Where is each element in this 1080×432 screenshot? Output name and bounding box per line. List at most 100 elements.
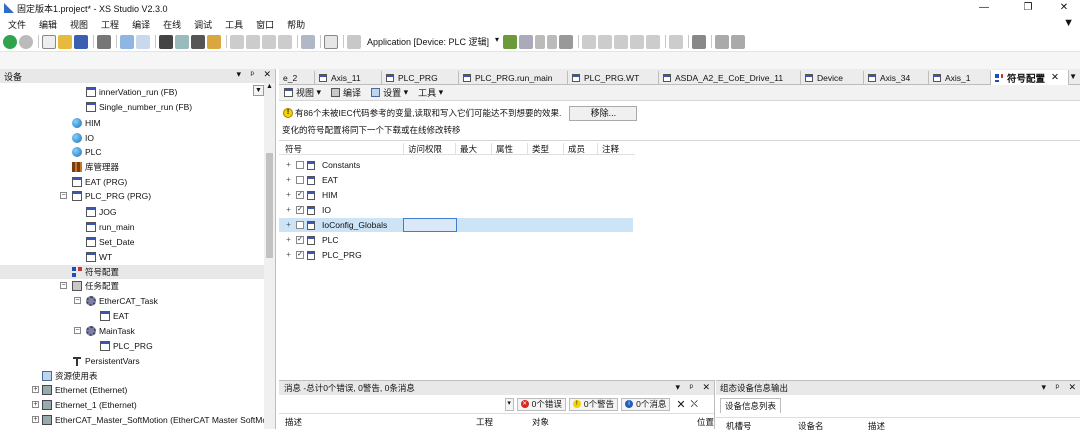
tab-plc-prg-run-main[interactable]: PLC_PRG.run_main xyxy=(459,71,568,84)
tree-item[interactable]: 符号配置 xyxy=(0,265,264,279)
tab-device-info-list[interactable]: 设备信息列表 xyxy=(720,398,782,413)
collapse-icon[interactable]: − xyxy=(60,192,67,199)
bookmark-prev-icon[interactable] xyxy=(246,34,260,49)
expand-icon[interactable]: + xyxy=(32,386,39,393)
expand-icon[interactable]: + xyxy=(32,401,39,408)
col-object[interactable]: 对象 xyxy=(532,416,549,428)
step-over-icon[interactable] xyxy=(582,34,597,49)
expand-icon[interactable]: + xyxy=(285,235,292,244)
replace-icon[interactable] xyxy=(175,34,189,49)
column-header[interactable]: 属性 xyxy=(491,143,513,155)
tree-item[interactable]: PLC xyxy=(72,145,102,159)
menu-project[interactable]: 工程 xyxy=(101,18,119,31)
remove-button[interactable]: 移除... xyxy=(569,105,638,121)
symbol-checkbox[interactable] xyxy=(296,161,304,169)
tree-item[interactable]: PersistentVars xyxy=(72,354,140,368)
tree-item[interactable]: EtherCAT_Master_SoftMotion (EtherCAT Mas… xyxy=(42,413,264,427)
tree-item[interactable]: 任务配置 xyxy=(72,279,119,293)
warnings-filter-button[interactable]: ! 0个警告 xyxy=(568,397,619,411)
login-icon[interactable] xyxy=(503,34,518,49)
column-header[interactable]: 成员 xyxy=(563,143,585,155)
tools-menu[interactable]: 工具 ▾ xyxy=(418,86,443,99)
tab-plc-prg-wt[interactable]: PLC_PRG.WT xyxy=(568,71,659,84)
symbol-checkbox[interactable]: ✓ xyxy=(296,206,304,214)
tree-item[interactable]: EAT xyxy=(100,309,129,323)
symbol-row[interactable]: + ✓ HIM xyxy=(279,188,633,202)
menu-help[interactable]: 帮助 xyxy=(287,18,305,31)
tree-item[interactable]: EAT (PRG) xyxy=(72,175,127,189)
expand-icon[interactable]: + xyxy=(285,175,292,184)
symbol-row[interactable]: + Constants xyxy=(279,158,633,172)
expand-icon[interactable]: + xyxy=(285,160,292,169)
tree-item[interactable]: Set_Date xyxy=(86,235,134,249)
clear-all-icon[interactable]: ⛌ xyxy=(691,399,698,410)
maximize-button[interactable]: ❐ xyxy=(1016,0,1040,16)
close-button[interactable]: ✕ xyxy=(1052,0,1076,16)
expand-icon[interactable]: + xyxy=(285,190,292,199)
stop-icon[interactable] xyxy=(547,34,558,49)
category-dropdown-icon[interactable]: ▾ xyxy=(504,397,514,411)
undo-icon[interactable] xyxy=(120,34,134,49)
symbol-row[interactable]: + ✓ PLC_PRG xyxy=(279,248,633,262)
collapse-icon[interactable]: − xyxy=(74,327,81,334)
bookmark-clear-icon[interactable] xyxy=(278,34,292,49)
symbol-checkbox[interactable]: ✓ xyxy=(296,191,304,199)
breakpoint-toggle-icon[interactable] xyxy=(646,34,661,49)
panel-menu-icon[interactable]: ▾ xyxy=(675,382,680,392)
tree-item[interactable]: Ethernet_1 (Ethernet) xyxy=(42,398,137,412)
pin-icon[interactable]: ᵖ xyxy=(1056,382,1059,392)
symbol-checkbox[interactable]: ✓ xyxy=(296,236,304,244)
tree-item[interactable]: PLC_PRG xyxy=(100,339,153,353)
new-file-icon[interactable] xyxy=(42,34,56,49)
tree-item[interactable]: JOG xyxy=(86,205,116,219)
tree-item[interactable]: 资源使用表 xyxy=(42,369,98,383)
scroll-thumb[interactable] xyxy=(266,153,273,258)
column-header[interactable]: 注释 xyxy=(597,143,619,155)
tree-item[interactable]: run_main xyxy=(86,220,134,234)
tab-device[interactable]: Device xyxy=(801,71,864,84)
col-device-name[interactable]: 设备名 xyxy=(798,420,824,432)
vertical-scrollbar[interactable]: ▲ xyxy=(264,83,275,429)
insert-icon[interactable] xyxy=(324,34,338,49)
tree-item[interactable]: Ethernet (Ethernet) xyxy=(42,383,127,397)
symbol-checkbox[interactable] xyxy=(296,221,304,229)
tab-axis-11[interactable]: Axis_11 xyxy=(315,71,382,84)
menu-online[interactable]: 在线 xyxy=(163,18,181,31)
symbol-row[interactable]: + ✓ PLC xyxy=(279,233,633,247)
tree-item[interactable]: MainTask xyxy=(86,324,135,338)
tab--[interactable]: 符号配置 ✕ xyxy=(991,70,1069,85)
tree-dropdown-icon[interactable]: ▼ xyxy=(253,85,264,96)
open-folder-icon[interactable] xyxy=(58,34,72,49)
panel-menu-icon[interactable]: ▾ xyxy=(236,69,241,79)
col-device-description[interactable]: 描述 xyxy=(868,420,885,432)
panel-close-icon[interactable]: ✕ xyxy=(702,382,710,392)
find-next-icon[interactable] xyxy=(191,34,205,49)
col-project[interactable]: 工程 xyxy=(476,416,493,428)
bookmark-next-icon[interactable] xyxy=(262,34,276,49)
tab-asda-a2-e-coe-drive-11[interactable]: ASDA_A2_E_CoE_Drive_11 xyxy=(659,71,801,84)
tab-e-2[interactable]: e_2 xyxy=(279,71,315,84)
breakpoint-icon[interactable] xyxy=(630,34,645,49)
symbol-checkbox[interactable]: ✓ xyxy=(296,251,304,259)
symbol-row[interactable]: + ✓ IO xyxy=(279,203,633,217)
tab-axis-1[interactable]: Axis_1 xyxy=(929,71,991,84)
compile-icon[interactable] xyxy=(301,34,315,49)
menu-tools[interactable]: 工具 xyxy=(225,18,243,31)
col-position[interactable]: 位置 xyxy=(697,416,714,428)
device-icon[interactable] xyxy=(347,34,361,49)
force-values-icon[interactable] xyxy=(715,34,730,49)
reset-icon[interactable] xyxy=(559,34,574,49)
column-header[interactable]: 最大 xyxy=(455,143,477,155)
column-header[interactable]: 符号 xyxy=(279,143,302,155)
expand-icon[interactable]: + xyxy=(32,416,39,423)
menu-window[interactable]: 窗口 xyxy=(256,18,274,31)
tree-item[interactable]: Single_number_run (FB) xyxy=(86,100,192,114)
tree-item[interactable]: WT xyxy=(86,250,112,264)
forward-icon[interactable] xyxy=(19,34,33,49)
pin-icon[interactable]: ᵖ xyxy=(690,382,693,392)
infos-filter-button[interactable]: i 0个消息 xyxy=(621,397,671,411)
write-values-icon[interactable] xyxy=(669,34,684,49)
column-header[interactable]: 类型 xyxy=(527,143,549,155)
chevron-down-icon[interactable]: ▾ xyxy=(493,35,501,49)
access-cell-editor[interactable] xyxy=(403,218,457,232)
